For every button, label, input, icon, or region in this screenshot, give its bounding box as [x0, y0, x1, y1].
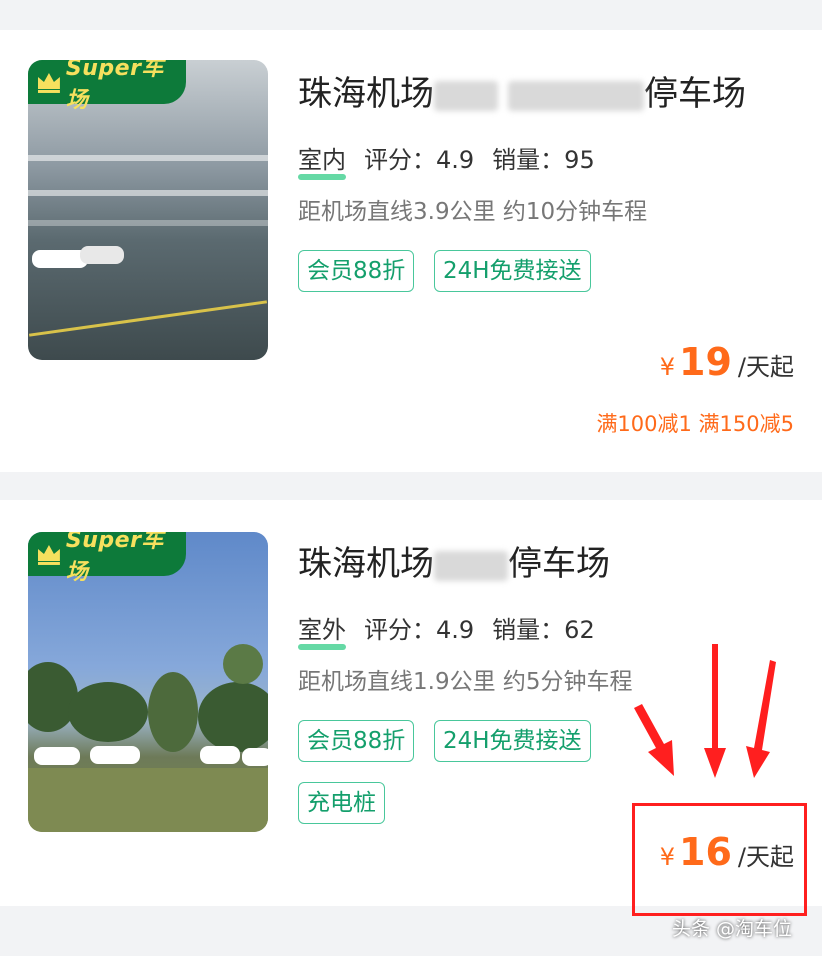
arrow-icon: [704, 644, 726, 778]
super-badge: Super车场: [28, 60, 186, 113]
sales-label: 销量：95: [492, 146, 595, 174]
parking-lot-photo: Super车场: [28, 60, 268, 360]
parking-lot-photo: Super车场: [28, 532, 268, 832]
listing-meta: 室内 评分：4.9 销量：95: [298, 140, 595, 175]
badge-label: Super车场: [65, 60, 164, 113]
listing-title[interactable]: 珠海机场 停车场: [298, 536, 610, 585]
lot-type-label: 室外: [298, 616, 346, 644]
redacted-text: [434, 80, 498, 111]
watermark: 头条 @淘车位: [672, 918, 793, 940]
price-value: 19: [679, 340, 732, 384]
sales-label: 销量：62: [492, 616, 595, 644]
charging-pile-tag: 充电桩: [298, 782, 385, 824]
rating-label: 评分：4.9: [364, 146, 475, 174]
redacted-text: [434, 550, 508, 581]
annotation-arrows: [634, 644, 776, 778]
listing-title[interactable]: 珠海机场 停车场: [298, 66, 746, 115]
crown-icon: [37, 73, 60, 93]
member-discount-tag: 会员88折: [298, 250, 415, 292]
arrow-icon: [746, 660, 776, 778]
promo-text: 满100减1 满150减5: [596, 412, 794, 436]
redacted-text: [508, 80, 644, 111]
title-end: 停车场: [508, 544, 610, 584]
super-badge: Super车场: [28, 532, 186, 585]
distance-text: 距机场直线1.9公里 约5分钟车程: [298, 669, 633, 695]
listing-meta: 室外 评分：4.9 销量：62: [298, 610, 595, 645]
price-highlight-box: [632, 803, 807, 916]
title-end: 停车场: [644, 74, 746, 114]
free-shuttle-tag: 24H免费接送: [434, 720, 591, 762]
price: ¥19/天起: [660, 340, 794, 384]
badge-label: Super车场: [65, 532, 164, 585]
distance-text: 距机场直线3.9公里 约10分钟车程: [298, 199, 648, 225]
free-shuttle-tag: 24H免费接送: [434, 250, 591, 292]
lot-type-label: 室内: [298, 146, 346, 174]
rating-label: 评分：4.9: [364, 616, 475, 644]
currency-symbol: ¥: [659, 353, 676, 381]
arrow-icon: [634, 704, 674, 776]
title-start: 珠海机场: [298, 544, 434, 584]
price-unit: /天起: [737, 353, 794, 381]
parking-listing-card[interactable]: Super车场 珠海机场 停车场 室内 评分：4.9 销量：95 距机场直线3.9公里…: [0, 30, 822, 472]
title-start: 珠海机场: [298, 74, 434, 114]
member-discount-tag: 会员88折: [298, 720, 415, 762]
crown-icon: [37, 545, 60, 565]
